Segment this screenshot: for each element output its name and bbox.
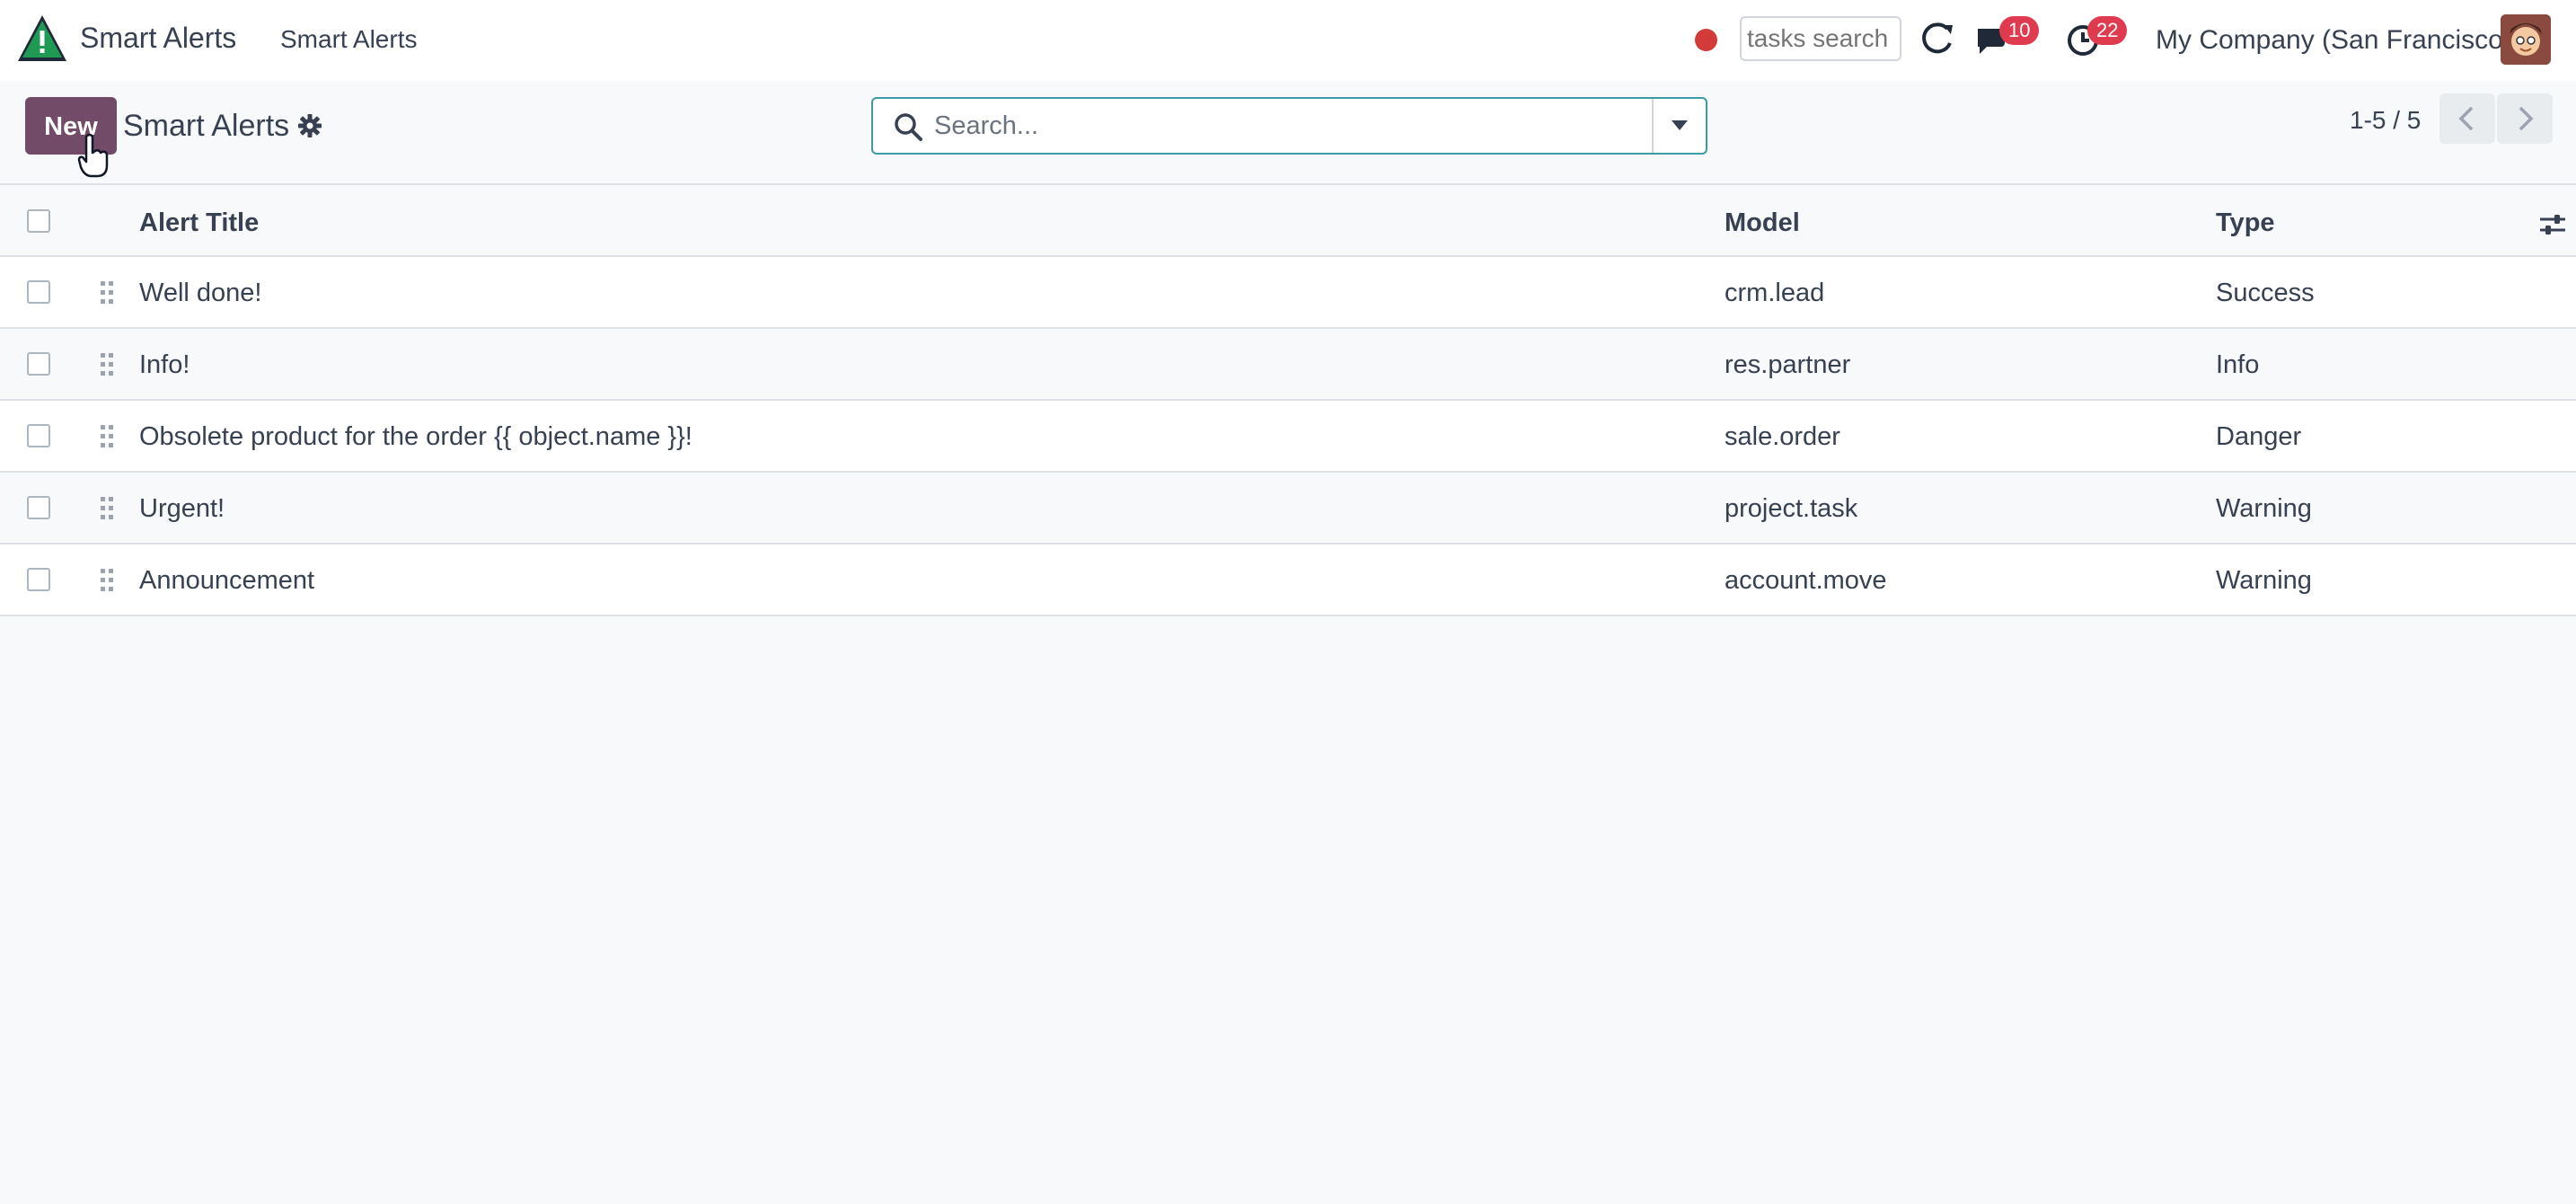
page-title: Smart Alerts [123,109,290,143]
drag-handle-icon[interactable] [100,352,114,377]
user-avatar[interactable] [2501,14,2551,65]
cell-model: res.partner [1725,350,1851,379]
gear-icon[interactable] [297,113,322,138]
cell-model: sale.order [1725,422,1840,451]
cell-type: Warning [2216,494,2312,523]
row-checkbox[interactable] [27,280,50,304]
search-input[interactable] [932,106,1615,146]
pager-value[interactable]: 1-5 / 5 [2350,106,2421,135]
table-row[interactable]: Urgent! project.task Warning [0,473,2576,544]
cell-alert-title: Announcement [139,566,315,595]
search-bar [871,97,1707,155]
column-header-alert-title[interactable]: Alert Title [139,208,259,238]
tasks-search-input[interactable] [1740,16,1901,61]
drag-handle-icon[interactable] [100,280,114,305]
cell-alert-title: Urgent! [139,494,225,523]
cell-alert-title: Info! [139,350,190,379]
activities-badge: 22 [2087,16,2128,45]
table-row[interactable]: Info! res.partner Info [0,329,2576,401]
cell-model: account.move [1725,566,1887,595]
app-logo-icon[interactable] [16,13,68,65]
refresh-icon[interactable] [1920,22,1956,58]
row-checkbox[interactable] [27,496,50,519]
chevron-left-icon [2458,106,2474,131]
row-checkbox[interactable] [27,352,50,376]
pager-previous-button[interactable] [2439,93,2495,144]
search-icon [895,113,922,141]
drag-handle-icon[interactable] [100,496,114,521]
recording-indicator-icon[interactable] [1695,29,1717,51]
drag-handle-icon[interactable] [100,424,114,449]
select-all-checkbox[interactable] [27,209,50,233]
menu-item-smart-alerts[interactable]: Smart Alerts [280,25,417,54]
cell-type: Warning [2216,566,2312,595]
chevron-right-icon [2519,106,2534,131]
drag-handle-icon[interactable] [100,568,114,593]
avatar-face-icon [2501,14,2551,65]
column-header-model[interactable]: Model [1725,208,1800,238]
caret-down-icon [1672,120,1688,130]
list-header: Alert Title Model Type [0,183,2576,257]
row-checkbox[interactable] [27,424,50,447]
cell-model: project.task [1725,494,1858,523]
cell-type: Success [2216,279,2315,307]
cell-type: Danger [2216,422,2302,451]
cell-alert-title: Obsolete product for the order {{ object… [139,422,693,451]
table-row[interactable]: Well done! crm.lead Success [0,257,2576,329]
messages-badge: 10 [1999,16,2040,45]
pager-next-button[interactable] [2497,93,2553,144]
top-navbar: Smart Alerts Smart Alerts 10 22 My Compa… [0,0,2576,81]
optional-columns-sliders-icon[interactable] [2538,212,2567,237]
row-checkbox[interactable] [27,568,50,591]
table-row[interactable]: Obsolete product for the order {{ object… [0,401,2576,473]
search-options-toggle[interactable] [1652,99,1706,153]
company-switcher[interactable]: My Company (San Francisco) [2156,25,2512,56]
cell-alert-title: Well done! [139,279,262,307]
cell-type: Info [2216,350,2260,379]
pointer-hand-icon [77,133,109,178]
table-row[interactable]: Announcement account.move Warning [0,544,2576,616]
cell-model: crm.lead [1725,279,1825,307]
app-name[interactable]: Smart Alerts [80,22,236,55]
column-header-type[interactable]: Type [2216,208,2275,238]
